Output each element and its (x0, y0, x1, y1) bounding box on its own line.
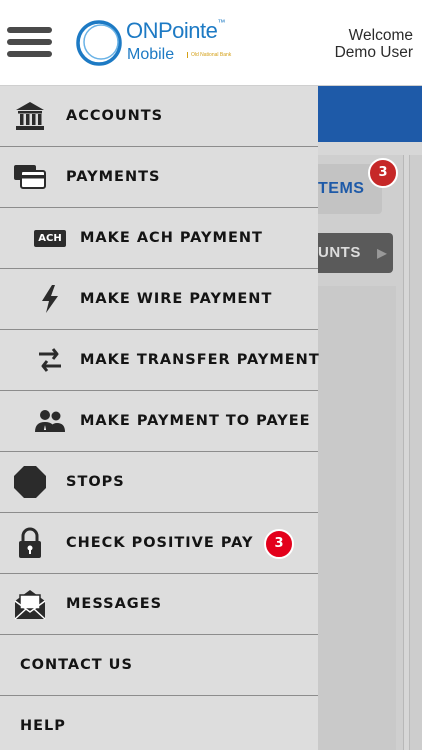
bank-icon (13, 99, 47, 133)
brand-logo: ONPointe™ Mobile Old National Bank (74, 16, 244, 72)
side-drawer-menu: ACCOUNTS PAYMENTS ACH MAKE ACH PAYMENT M… (0, 86, 320, 750)
background-panel (318, 286, 396, 750)
menu-label-accounts: ACCOUNTS (66, 108, 164, 124)
menu-item-accounts[interactable]: ACCOUNTS (0, 86, 318, 147)
stop-sign-icon (13, 465, 47, 499)
lightning-bolt-icon (33, 282, 67, 316)
app-header: ONPointe™ Mobile Old National Bank Welco… (0, 0, 422, 86)
menu-item-contact-us[interactable]: CONTACT US (0, 635, 318, 696)
menu-label-wire: MAKE WIRE PAYMENT (80, 291, 273, 307)
user-name: Demo User (334, 44, 413, 61)
menu-label-messages: MESSAGES (66, 596, 163, 612)
menu-label-payments: PAYMENTS (66, 169, 161, 185)
menu-item-stops[interactable]: STOPS (0, 452, 318, 513)
menu-label-payee: MAKE PAYMENT TO PAYEE (80, 413, 311, 429)
positive-pay-count-badge: 3 (264, 529, 294, 559)
background-column-right (409, 155, 422, 750)
menu-label-positive-pay: CHECK POSITIVE PAY (66, 535, 254, 551)
menu-label-contact: CONTACT US (20, 657, 133, 673)
menu-item-check-positive-pay[interactable]: CHECK POSITIVE PAY 3 (0, 513, 318, 574)
ach-icon: ACH (33, 221, 67, 255)
menu-item-help[interactable]: HELP (0, 696, 318, 750)
menu-label-transfer: MAKE TRANSFER PAYMENT (80, 352, 320, 368)
background-title-bar (318, 86, 422, 142)
welcome-line: Welcome (348, 27, 413, 44)
logo-ring-icon (76, 20, 122, 66)
menu-item-messages[interactable]: MESSAGES (0, 574, 318, 635)
credit-cards-icon (13, 160, 47, 194)
menu-item-transfer-payment[interactable]: MAKE TRANSFER PAYMENT (0, 330, 320, 391)
background-accounts-button[interactable]: UNTS ▶ (318, 233, 393, 273)
menu-item-payments[interactable]: PAYMENTS (0, 147, 318, 208)
menu-item-wire-payment[interactable]: MAKE WIRE PAYMENT (0, 269, 318, 330)
menu-item-payment-to-payee[interactable]: MAKE PAYMENT TO PAYEE (0, 391, 318, 452)
menu-label-stops: STOPS (66, 474, 125, 490)
ach-icon-text: ACH (34, 229, 66, 247)
background-accounts-label: UNTS (318, 244, 361, 261)
brand-bank-name: Old National Bank (187, 52, 231, 58)
menu-label-help: HELP (20, 718, 66, 734)
brand-mobile: Mobile (127, 46, 175, 63)
lock-icon (13, 526, 47, 560)
menu-item-ach-payment[interactable]: ACH MAKE ACH PAYMENT (0, 208, 318, 269)
people-icon (33, 404, 67, 438)
menu-icon[interactable] (7, 27, 52, 61)
welcome-text: Welcome Demo User (335, 27, 413, 61)
transfer-arrows-icon (33, 343, 67, 377)
menu-label-ach: MAKE ACH PAYMENT (80, 230, 263, 246)
brand-name: ONPointe™ (126, 18, 225, 43)
background-items-badge: 3 (368, 158, 398, 188)
envelope-icon (13, 587, 47, 621)
play-arrow-icon: ▶ (377, 246, 387, 260)
